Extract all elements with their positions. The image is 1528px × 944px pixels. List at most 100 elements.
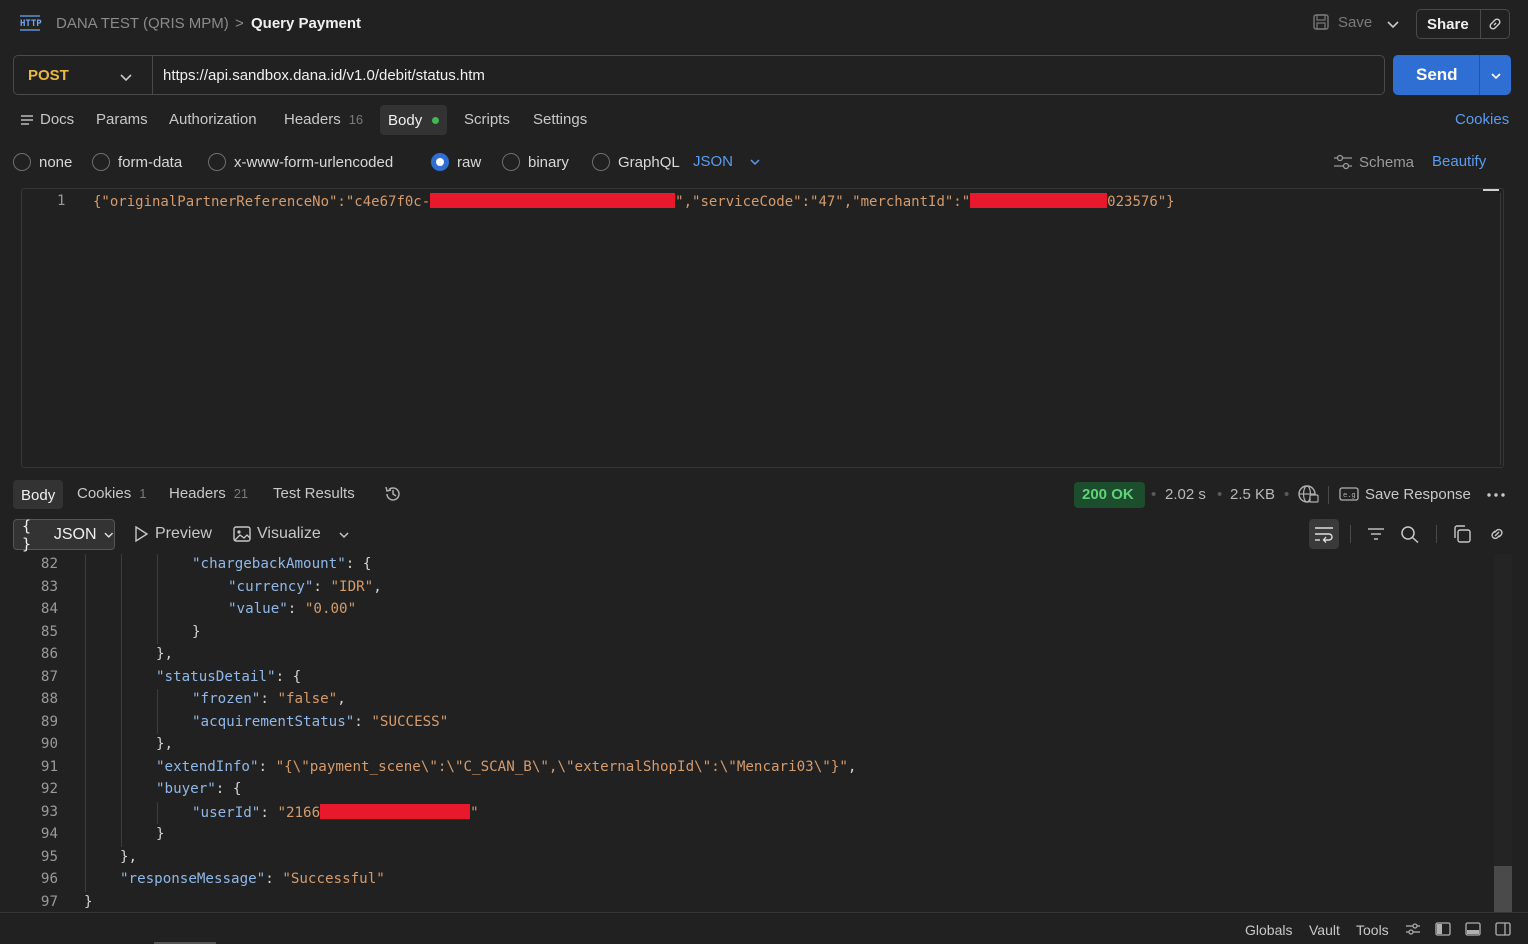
code-token: "currency" xyxy=(228,578,314,595)
tab-label: Headers xyxy=(169,485,226,502)
indent-guide xyxy=(85,734,86,757)
raw-format-select[interactable]: JSON xyxy=(693,153,761,170)
globals-link[interactable]: Globals xyxy=(1245,922,1292,938)
indent-guide xyxy=(85,554,86,577)
request-body-code: {"originalPartnerReferenceNo":"c4e67f0c-… xyxy=(93,193,1175,210)
indent-guide xyxy=(121,666,122,689)
settings-icon[interactable] xyxy=(1405,921,1421,937)
code-token: : { xyxy=(215,781,242,797)
code-token: , xyxy=(847,758,857,775)
tab-scripts[interactable]: Scripts xyxy=(464,111,510,128)
code-token: : xyxy=(287,601,305,617)
radio-label: raw xyxy=(457,153,482,171)
response-tab-headers[interactable]: Headers 21 xyxy=(169,485,248,502)
radio-urlencoded[interactable]: x-www-form-urlencoded xyxy=(208,153,393,171)
chevron-down-icon[interactable] xyxy=(1386,17,1400,31)
preview-button[interactable]: Preview xyxy=(133,525,212,543)
layout-right-icon[interactable] xyxy=(1495,921,1511,937)
indent-guide xyxy=(157,711,158,734)
tab-body[interactable]: Body xyxy=(380,105,448,135)
breadcrumb-collection[interactable]: DANA TEST (QRIS MPM) xyxy=(56,15,229,32)
link-icon[interactable] xyxy=(1488,525,1506,543)
status-bar: Globals Vault Tools xyxy=(0,912,1528,944)
beautify-button[interactable]: Beautify xyxy=(1432,153,1486,170)
braces-icon: { } xyxy=(22,516,32,553)
history-icon[interactable] xyxy=(383,484,403,504)
response-body-viewer[interactable]: 82 "chargebackAmount": {83 "currency": "ID… xyxy=(0,554,1528,912)
docs-icon xyxy=(21,114,33,125)
code-line: 93 "userId": "2166 " xyxy=(0,802,1490,825)
radio-raw[interactable]: raw xyxy=(431,153,481,171)
line-number: 94 xyxy=(40,826,58,842)
indent-guide xyxy=(121,554,122,577)
scrollbar-thumb[interactable] xyxy=(1483,189,1499,191)
tab-authorization[interactable]: Authorization xyxy=(169,111,257,128)
code-text: "acquirementStatus": "SUCCESS" xyxy=(192,714,448,730)
link-icon[interactable] xyxy=(1487,16,1503,32)
layout-sidebar-icon[interactable] xyxy=(1435,921,1451,937)
indent-guide xyxy=(121,689,122,712)
scrollbar[interactable] xyxy=(1500,193,1501,465)
more-icon[interactable] xyxy=(1486,486,1506,504)
radio-form-data[interactable]: form-data xyxy=(92,153,182,171)
radio-binary[interactable]: binary xyxy=(502,153,569,171)
indent-guide xyxy=(85,846,86,869)
line-number: 95 xyxy=(40,848,58,865)
schema-button[interactable]: Schema xyxy=(1333,153,1414,171)
indent-guide xyxy=(121,576,122,599)
indent-guide xyxy=(85,869,86,892)
response-tab-cookies[interactable]: Cookies 1 xyxy=(77,485,146,502)
image-icon xyxy=(233,526,251,542)
share-button[interactable]: Share xyxy=(1416,9,1510,39)
chevron-down-icon[interactable] xyxy=(119,70,133,84)
send-button[interactable]: Send xyxy=(1393,55,1511,95)
layout-bottom-icon[interactable] xyxy=(1465,921,1481,937)
copy-icon[interactable] xyxy=(1452,525,1472,543)
indent-guide xyxy=(121,801,122,824)
request-title[interactable]: Query Payment xyxy=(251,15,361,32)
response-format-select[interactable]: { } JSON xyxy=(13,516,115,553)
response-tab-test-results[interactable]: Test Results xyxy=(273,485,355,502)
tab-headers[interactable]: Headers 16 xyxy=(284,111,363,128)
tab-count: 1 xyxy=(139,486,147,501)
method-select[interactable]: POST xyxy=(28,67,69,84)
chevron-down-icon[interactable] xyxy=(337,528,351,542)
request-body-editor[interactable]: 1 {"originalPartnerReferenceNo":"c4e67f0… xyxy=(21,188,1504,468)
filter-icon[interactable] xyxy=(1366,525,1386,543)
save-response-button[interactable]: e.g. Save Response xyxy=(1339,485,1471,503)
radio-none[interactable]: none xyxy=(13,153,72,171)
line-number: 85 xyxy=(40,623,58,640)
radio-graphql[interactable]: GraphQL xyxy=(592,153,680,171)
code-token: "frozen" xyxy=(192,691,261,707)
tab-count: 16 xyxy=(348,112,364,127)
radio-button xyxy=(208,153,226,171)
response-size[interactable]: 2.5 KB xyxy=(1230,486,1275,503)
url-input[interactable]: https://api.sandbox.dana.id/v1.0/debit/s… xyxy=(163,67,485,84)
scrollbar-thumb[interactable] xyxy=(1494,866,1512,912)
code-line: 83 "currency": "IDR", xyxy=(0,577,1490,600)
code-line: 85} xyxy=(0,622,1490,645)
response-time[interactable]: 2.02 s xyxy=(1165,486,1206,503)
tools-link[interactable]: Tools xyxy=(1356,922,1389,938)
url-bar: POST https://api.sandbox.dana.id/v1.0/de… xyxy=(13,55,1385,95)
chevron-down-icon[interactable] xyxy=(1489,69,1503,83)
chevron-down-icon xyxy=(750,158,760,165)
globe-icon[interactable] xyxy=(1297,484,1319,504)
code-text: } xyxy=(192,624,201,640)
tab-settings[interactable]: Settings xyxy=(533,111,587,128)
indent-guide xyxy=(121,779,122,802)
wrap-lines-button[interactable] xyxy=(1309,519,1339,549)
search-icon[interactable] xyxy=(1400,525,1420,543)
cookies-link[interactable]: Cookies xyxy=(1455,111,1509,128)
code-line: 86}, xyxy=(0,644,1490,667)
share-label: Share xyxy=(1427,16,1469,33)
tab-params[interactable]: Params xyxy=(96,111,148,128)
tab-docs[interactable]: Docs xyxy=(20,111,74,128)
save-button[interactable]: Save xyxy=(1312,13,1372,31)
visualize-button[interactable]: Visualize xyxy=(233,525,321,543)
line-number: 87 xyxy=(40,668,58,685)
scrollbar[interactable] xyxy=(1494,554,1512,912)
response-tab-body[interactable]: Body xyxy=(13,480,64,509)
vault-link[interactable]: Vault xyxy=(1309,922,1340,938)
status-badge[interactable]: 200 OK xyxy=(1074,482,1145,508)
